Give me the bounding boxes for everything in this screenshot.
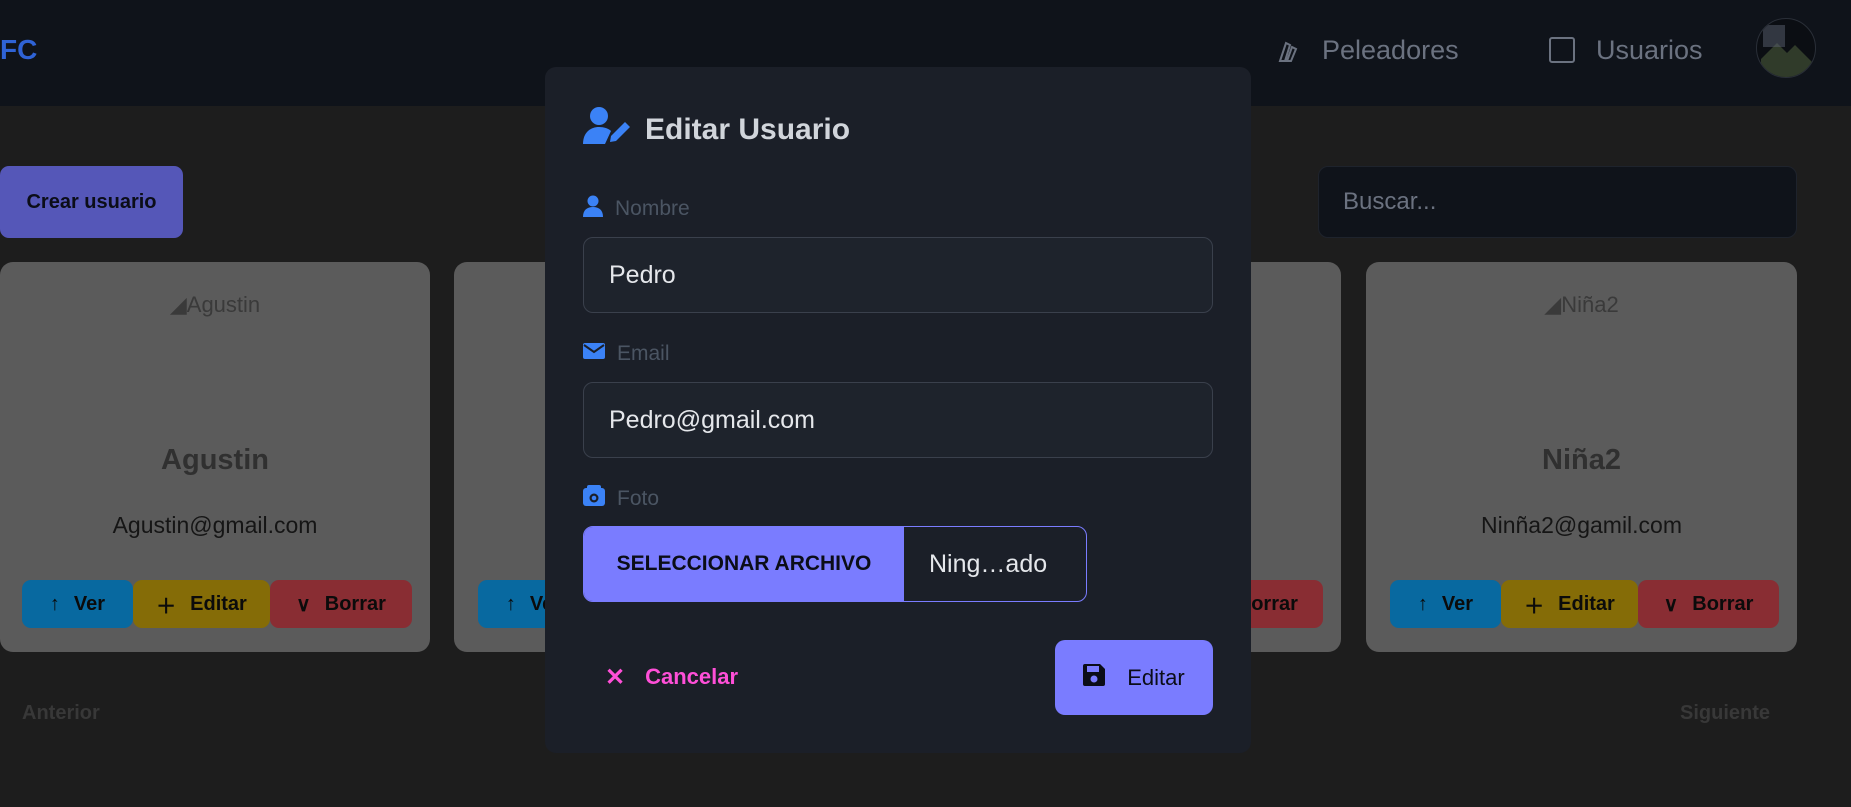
photo-label: Foto xyxy=(583,485,660,513)
user-card: ◢Agustin Agustin Agustin@gmail.com ↑ Ver… xyxy=(0,262,430,652)
edit-user-modal: Editar Usuario Nombre Email xyxy=(545,67,1251,753)
close-icon: ✕ xyxy=(605,663,626,691)
plus-icon: ＋ xyxy=(1524,595,1545,618)
file-picker: SELECCIONAR ARCHIVO Ning…ado xyxy=(583,526,1087,602)
nav-label-peleadores: Peleadores xyxy=(1322,34,1459,65)
delete-button-label: Borrar xyxy=(1692,592,1754,615)
name-label-text: Nombre xyxy=(615,197,690,220)
plus-icon: ＋ xyxy=(156,595,177,618)
select-file-button[interactable]: SELECCIONAR ARCHIVO xyxy=(584,527,904,601)
user-edit-icon xyxy=(583,106,631,154)
chevron-down-icon: ∨ xyxy=(1663,593,1679,616)
brand-logo[interactable]: FC xyxy=(0,34,37,66)
modal-title: Editar Usuario xyxy=(583,107,850,153)
file-status: Ning…ado xyxy=(929,549,1048,578)
email-label: Email xyxy=(583,341,670,367)
fist-icon xyxy=(1274,36,1302,64)
name-label: Nombre xyxy=(583,195,690,223)
user-name: Niña2 xyxy=(1542,444,1621,476)
user-name: Agustin xyxy=(161,444,269,476)
cancel-button[interactable]: ✕ Cancelar xyxy=(605,652,738,702)
name-field[interactable] xyxy=(583,237,1213,313)
photo-label-text: Foto xyxy=(617,487,660,510)
edit-button-label: Editar xyxy=(1558,592,1615,615)
user-card: ◢Niña2 Niña2 Ninña2@gamil.com ↑ Ver ＋ Ed… xyxy=(1366,262,1797,652)
prev-page-button[interactable]: Anterior xyxy=(22,702,100,725)
nav-label-usuarios: Usuarios xyxy=(1596,34,1703,65)
avatar[interactable] xyxy=(1756,18,1816,78)
submit-edit-label: Editar xyxy=(1127,664,1185,690)
user-photo: ◢Agustin xyxy=(169,292,261,317)
user-icon xyxy=(583,195,603,223)
envelope-icon xyxy=(583,342,605,366)
edit-button[interactable]: ＋ Editar xyxy=(1501,580,1638,628)
delete-button-label: Borrar xyxy=(324,592,386,615)
user-email: Agustin@gmail.com xyxy=(112,512,318,538)
search-input[interactable] xyxy=(1318,166,1797,238)
create-user-button[interactable]: Crear usuario xyxy=(0,166,183,238)
modal-title-text: Editar Usuario xyxy=(645,113,851,146)
camera-icon xyxy=(583,485,605,513)
edit-button[interactable]: ＋ Editar xyxy=(133,580,270,628)
view-button[interactable]: ↑ Ver xyxy=(22,580,133,628)
next-page-button[interactable]: Siguiente xyxy=(1680,702,1770,725)
edit-button-label: Editar xyxy=(190,592,247,615)
submit-edit-button[interactable]: Editar xyxy=(1055,640,1213,715)
delete-button[interactable]: ∨ Borrar xyxy=(270,580,412,628)
nav-item-peleadores[interactable]: Peleadores xyxy=(1274,30,1459,70)
view-button-label: Ver xyxy=(1441,592,1474,615)
nav-item-usuarios[interactable]: Usuarios xyxy=(1548,30,1703,70)
user-email: Ninña2@gamil.com xyxy=(1480,512,1683,538)
email-field[interactable] xyxy=(583,382,1213,458)
arrow-up-icon: ↑ xyxy=(49,592,60,615)
email-label-text: Email xyxy=(617,342,670,365)
cancel-button-label: Cancelar xyxy=(645,664,739,689)
arrow-up-icon: ↑ xyxy=(1417,592,1428,615)
checkbox-icon xyxy=(1548,36,1576,64)
arrow-up-icon: ↑ xyxy=(505,592,516,615)
view-button[interactable]: ↑ Ver xyxy=(1390,580,1501,628)
user-photo: ◢Niña2 xyxy=(1544,292,1619,317)
delete-button[interactable]: ∨ Borrar xyxy=(1638,580,1779,628)
view-button-label: Ver xyxy=(73,592,106,615)
chevron-down-icon: ∨ xyxy=(296,593,311,616)
save-icon xyxy=(1083,663,1106,692)
